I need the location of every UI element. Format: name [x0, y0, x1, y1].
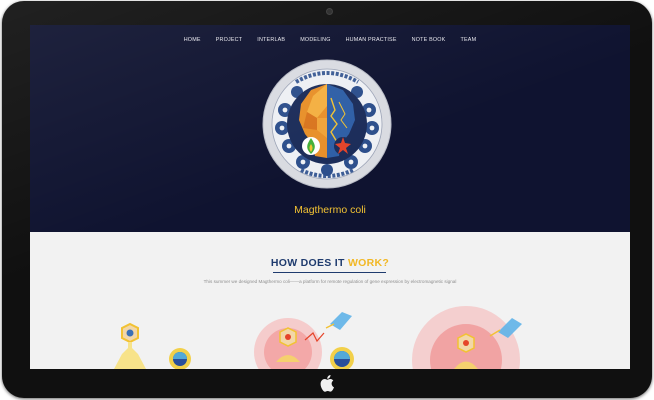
nav-item-team[interactable]: TEAM — [453, 34, 484, 46]
cell-illustration-right — [412, 306, 522, 369]
website-screen: HOME PROJECT INTERLAB MODELING HUMAN PRA… — [30, 25, 630, 369]
nav-item-interlab[interactable]: INTERLAB — [250, 34, 293, 46]
nav-item-note-book[interactable]: NOTE BOOK — [404, 34, 453, 46]
hero-banner: HOME PROJECT INTERLAB MODELING HUMAN PRA… — [30, 25, 630, 232]
nav-item-home[interactable]: HOME — [176, 34, 208, 46]
section-heading-part1: HOW DOES IT — [270, 257, 348, 269]
heading-underline — [273, 272, 386, 273]
top-navigation: HOME PROJECT INTERLAB MODELING HUMAN PRA… — [30, 34, 630, 46]
section-heading-part2: WORK? — [347, 257, 390, 269]
mechanism-illustration — [114, 306, 522, 369]
nav-item-human-practise[interactable]: HUMAN PRACTISE — [338, 34, 404, 46]
section-heading: HOW DOES IT WORK? — [30, 256, 630, 270]
cell-illustration-left — [114, 322, 191, 369]
cell-illustration-middle — [254, 312, 354, 369]
webcam-icon — [326, 8, 333, 15]
hero-title: Magthermo coli — [294, 204, 366, 216]
nav-item-project[interactable]: PROJECT — [208, 34, 250, 46]
apple-logo-icon — [320, 375, 334, 392]
monitor-frame: HOME PROJECT INTERLAB MODELING HUMAN PRA… — [2, 1, 652, 398]
nav-item-modeling[interactable]: MODELING — [293, 34, 338, 46]
team-emblem-icon — [262, 59, 392, 189]
section-description: This summer we designed Magthermo coli——… — [203, 279, 457, 284]
how-it-works-section: HOW DOES IT WORK? This summer we designe… — [30, 232, 630, 369]
